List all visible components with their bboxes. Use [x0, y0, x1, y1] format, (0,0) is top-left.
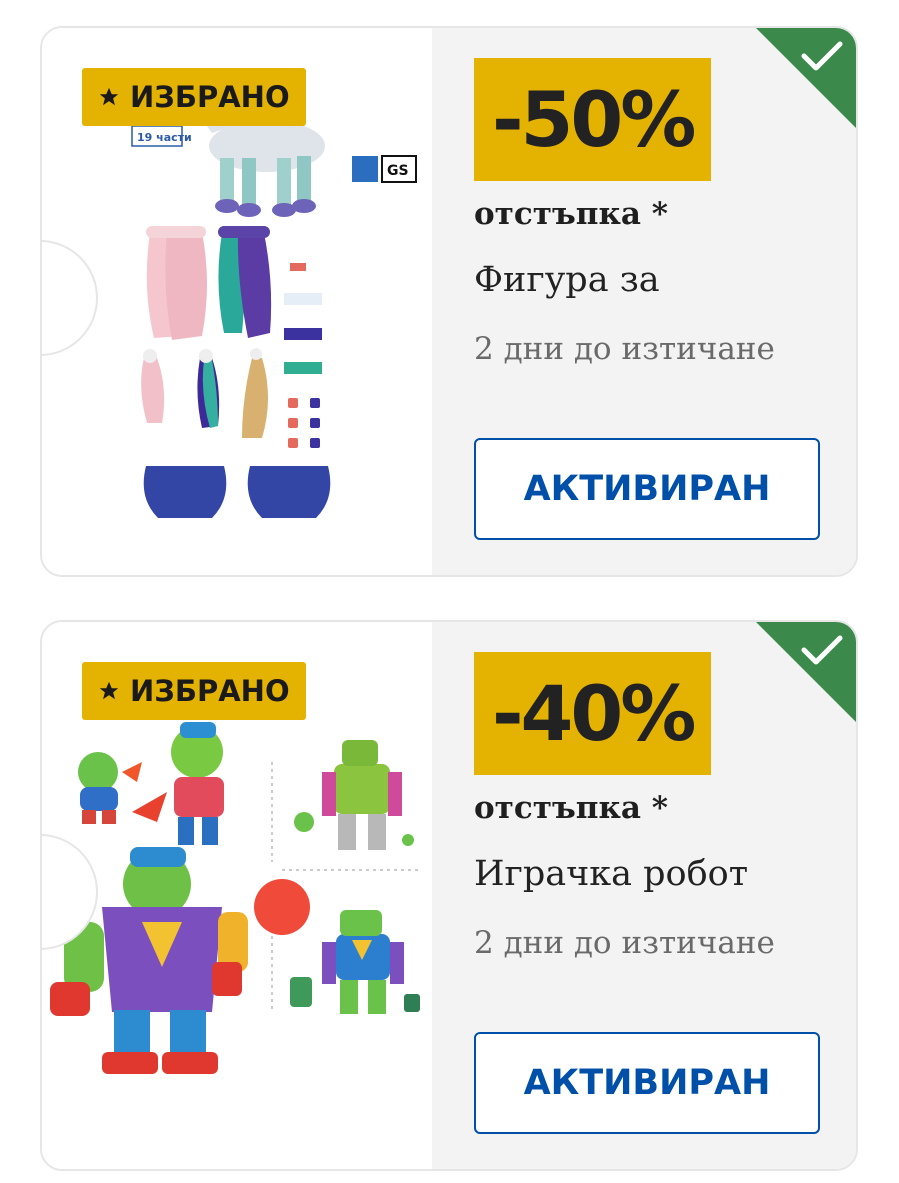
coupon-card[interactable]: 19 части GS ИЗБРАНО -50% отстъпка * Фигу…	[40, 26, 858, 577]
check-icon	[756, 28, 856, 128]
expiry-text: 2 дни до изтичане	[474, 925, 775, 961]
featured-badge: ИЗБРАНО	[82, 662, 306, 720]
svg-text:GS: GS	[387, 163, 409, 179]
star-icon	[99, 681, 119, 700]
star-icon	[99, 87, 119, 106]
discount-value: -50%	[474, 58, 712, 181]
expiry-text: 2 дни до изтичане	[474, 331, 775, 367]
discount-label: отстъпка *	[474, 196, 668, 232]
check-icon	[756, 622, 856, 722]
product-title: Фигура за сресване на грива	[474, 260, 696, 316]
activated-button[interactable]: АКТИВИРАН	[474, 438, 820, 540]
featured-label: ИЗБРАНО	[130, 80, 290, 114]
featured-label: ИЗБРАНО	[130, 674, 290, 708]
product-title: Играчка робот	[474, 854, 749, 894]
discount-label: отстъпка *	[474, 790, 668, 826]
activated-button[interactable]: АКТИВИРАН	[474, 1032, 820, 1134]
discount-value: -40%	[474, 652, 712, 775]
svg-text:19 части: 19 части	[137, 131, 192, 144]
featured-badge: ИЗБРАНО	[82, 68, 306, 126]
coupon-card[interactable]: ИЗБРАНО -40% отстъпка * Играчка робот 2 …	[40, 620, 858, 1171]
